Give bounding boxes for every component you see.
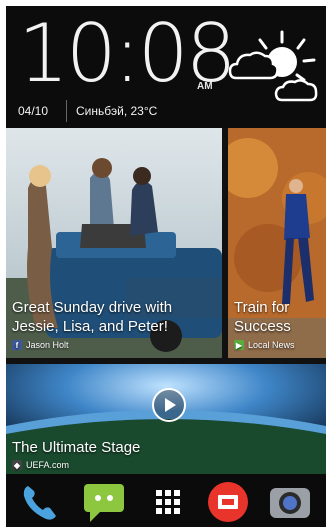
news-tile-train-for-success[interactable]: Train for Success ▶ Local News	[228, 128, 326, 358]
clock-date: 04/10	[18, 104, 49, 118]
clock-ampm: AM	[197, 81, 213, 92]
mail-icon[interactable]	[206, 480, 250, 524]
tile-headline: The Ultimate Stage	[12, 439, 141, 456]
partly-sunny-icon[interactable]	[224, 30, 322, 108]
news-tile-ultimate-stage[interactable]: The Ultimate Stage ◆ UEFA.com	[6, 364, 326, 474]
app-dock	[6, 474, 326, 527]
app-grid-icon[interactable]	[146, 480, 190, 524]
tile-source-label: Local News	[248, 340, 295, 350]
home-screen: 10:08 AM 04/10 Синьбэй, 23°C Great Sunda…	[6, 6, 326, 527]
clock-weather-widget[interactable]: 10:08 AM 04/10 Синьбэй, 23°C	[6, 6, 326, 128]
facebook-icon: f	[12, 340, 22, 350]
camera-icon[interactable]	[268, 480, 312, 524]
tile-headline: Great Sunday drive with Jessie, Lisa, an…	[12, 299, 173, 335]
play-icon	[165, 398, 176, 412]
local-news-icon: ▶	[234, 340, 244, 350]
tile-source-label: Jason Holt	[26, 340, 69, 350]
tile-source: f Jason Holt	[12, 340, 69, 350]
date-divider	[66, 100, 67, 122]
tile-source: ◆ UEFA.com	[12, 460, 69, 470]
messages-icon[interactable]	[82, 480, 126, 524]
tile-source-label: UEFA.com	[26, 460, 70, 470]
tile-headline: Train for Success	[234, 299, 291, 335]
uefa-icon: ◆	[12, 460, 22, 470]
phone-icon[interactable]	[18, 480, 62, 524]
weather-summary: Синьбэй, 23°C	[76, 104, 158, 118]
tile-source: ▶ Local News	[234, 340, 295, 350]
play-button[interactable]	[152, 388, 186, 422]
news-tile-sunday-drive[interactable]: Great Sunday drive with Jessie, Lisa, an…	[6, 128, 222, 358]
